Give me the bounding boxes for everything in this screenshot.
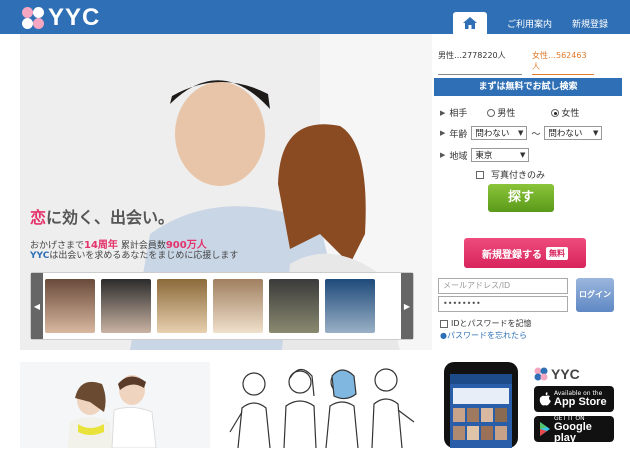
member-thumb[interactable] (213, 279, 263, 333)
male-count: 男性…2778220人 (438, 50, 522, 75)
phone-screen (450, 374, 512, 448)
tagline-rest: に効く、出会い。 (46, 210, 175, 227)
yyc-logo-text: YYC (551, 366, 580, 382)
female-radio[interactable]: 女性 (551, 106, 579, 119)
strip-prev-button[interactable]: ◀ (31, 273, 43, 339)
photo-only-checkbox[interactable]: 写真付きのみ (476, 168, 545, 181)
clover-icon (22, 7, 44, 29)
thumb-list (45, 279, 375, 333)
age-label: 年齢 (449, 129, 468, 140)
app-store-badge[interactable]: Available on the App Store (534, 386, 614, 412)
triangle-icon: ▶ (440, 108, 446, 117)
people-sketch (226, 362, 416, 448)
nav-register-link[interactable]: 新規登録 (562, 17, 618, 34)
chevron-down-icon: ▼ (520, 151, 526, 159)
area-select[interactable]: 東京 ▼ (471, 148, 530, 162)
hero-banner: 恋に効く、出会い。 おかげさまで14周年 累計会員数900万人 YYCは出会いを… (20, 34, 432, 350)
photo-only-label: 写真付きのみ (491, 171, 546, 181)
triangle-icon: ▶ (440, 129, 446, 137)
age-to-select[interactable]: 問わない ▼ (544, 126, 603, 140)
female-radio-label: 女性 (561, 109, 580, 119)
google-play-badge[interactable]: GET IT ON Google play (534, 415, 614, 444)
checkbox-icon (476, 170, 484, 179)
couple-photo[interactable] (20, 362, 210, 448)
email-input[interactable]: メールアドレス/ID (438, 278, 568, 294)
forgot-password-link[interactable]: ●パスワードを忘れたら (440, 330, 527, 341)
age-to-value: 問わない (548, 129, 583, 139)
home-icon (462, 17, 477, 29)
member-photo-strip: ◀ ▶ (30, 272, 414, 340)
member-thumb[interactable] (45, 279, 95, 333)
area-value: 東京 (475, 151, 493, 161)
appstore-large-text: App Store (554, 396, 607, 408)
member-counts: 男性…2778220人 女性…562463人 (438, 50, 594, 75)
register-label: 新規登録する (482, 249, 542, 261)
age-tilde: 〜 (531, 129, 541, 140)
age-row: ▶ 年齢 問わない ▼ 〜 問わない ▼ (440, 126, 603, 140)
search-title: まずは無料でお試し検索 (434, 78, 622, 96)
logo-text: YYC (48, 4, 101, 31)
yyc-logo[interactable]: YYC (22, 4, 100, 32)
area-row: ▶ 地域 東京 ▼ (440, 148, 530, 162)
sub2-rest: は出会いを求めるあなたをまじめに応援します (49, 251, 239, 261)
couple-illustration (20, 362, 210, 448)
remember-label: IDとパスワードを記憶 (451, 319, 532, 328)
clover-icon (534, 367, 548, 381)
tagline-koi: 恋 (30, 210, 47, 227)
smartphone-image (444, 362, 518, 448)
chevron-down-icon: ▼ (518, 129, 524, 137)
play-icon (540, 422, 550, 436)
app-screenshot (450, 374, 512, 440)
yyc-logo-small: YYC (534, 366, 580, 382)
chevron-down-icon: ▼ (593, 129, 599, 137)
age-from-select[interactable]: 問わない ▼ (471, 126, 528, 140)
password-input[interactable]: •••••••• (438, 296, 568, 312)
sketch-illustration (229, 368, 415, 448)
sub2-brand: YYC (30, 251, 50, 261)
free-badge: 無料 (546, 246, 568, 260)
area-label: 地域 (449, 151, 468, 162)
nav-guide-link[interactable]: ご利用案内 (497, 17, 562, 34)
female-count: 女性…562463人 (532, 50, 594, 75)
apple-icon (539, 392, 551, 406)
register-button[interactable]: 新規登録する 無料 (464, 238, 586, 268)
hero-subtitle-2: YYCは出会いを求めるあなたをまじめに応援します (30, 248, 238, 261)
search-button[interactable]: 探す (488, 184, 554, 212)
triangle-icon: ▶ (440, 151, 446, 159)
side-panel: 男性…2778220人 女性…562463人 まずは無料でお試し検索 ▶ 相手 … (432, 34, 630, 350)
remember-checkbox[interactable]: IDとパスワードを記憶 (440, 318, 532, 329)
strip-next-button[interactable]: ▶ (401, 273, 413, 339)
hero-tagline: 恋に効く、出会い。 (30, 204, 174, 228)
member-thumb[interactable] (325, 279, 375, 333)
male-radio-label: 男性 (497, 109, 516, 119)
header-nav: ご利用案内 新規登録 (452, 12, 618, 34)
member-thumb[interactable] (101, 279, 151, 333)
gender-row: ▶ 相手 男性 女性 (440, 106, 579, 119)
login-button[interactable]: ログイン (576, 278, 614, 312)
gplay-large-text: Google play (554, 420, 592, 444)
male-radio[interactable]: 男性 (487, 106, 515, 119)
member-thumb[interactable] (269, 279, 319, 333)
gender-label: 相手 (449, 109, 468, 119)
top-header: YYC ご利用案内 新規登録 (0, 0, 630, 34)
checkbox-icon (440, 319, 448, 328)
home-tab[interactable] (452, 12, 487, 34)
age-from-value: 問わない (475, 129, 510, 139)
member-thumb[interactable] (157, 279, 207, 333)
